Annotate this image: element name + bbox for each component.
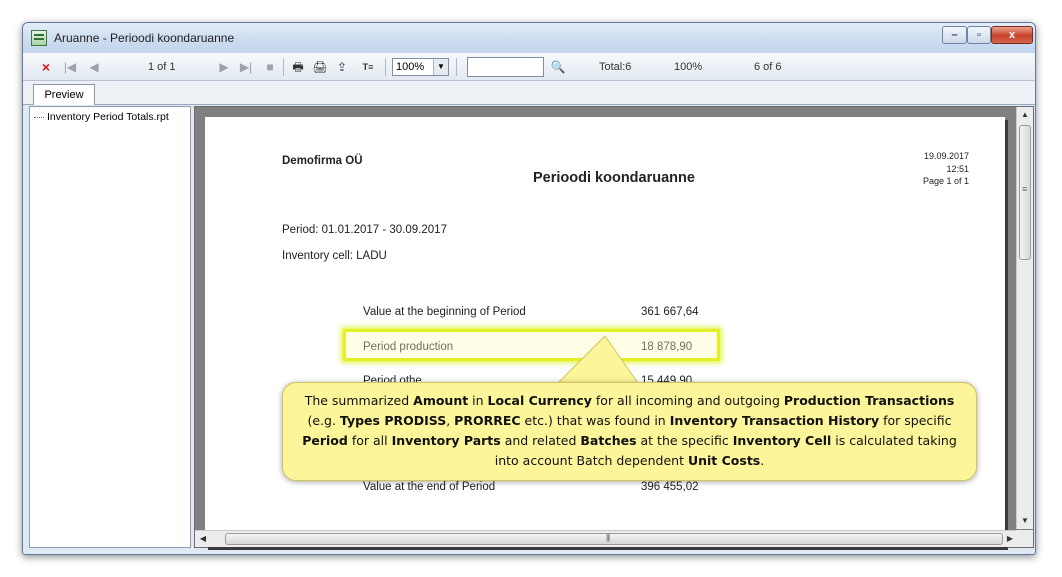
group-tree-icon[interactable]: T≡ — [359, 58, 377, 76]
title-bar[interactable]: Aruanne - Perioodi koondaruanne – ▫ x — [23, 23, 1035, 53]
callout-text: etc.) that was found in — [520, 413, 670, 428]
callout-term: Unit Costs — [687, 453, 761, 468]
callout-term: Inventory Parts — [391, 433, 501, 448]
app-icon — [31, 30, 47, 46]
percent-label: 100% — [674, 61, 703, 73]
report-page: Demofirma OÜ Perioodi koondaruanne 19.09… — [205, 117, 1005, 547]
callout-text: . — [760, 453, 765, 468]
callout-text: for all — [347, 433, 392, 448]
callout-text: and related — [500, 433, 581, 448]
period-production-highlight — [343, 329, 720, 361]
vertical-scroll-thumb[interactable] — [1019, 125, 1031, 260]
scroll-up-icon[interactable]: ▲ — [1017, 107, 1033, 123]
stop-square-icon[interactable]: ■ — [261, 58, 279, 76]
callout-text: (e.g. — [307, 413, 340, 428]
report-period: Period: 01.01.2017 - 30.09.2017 — [282, 224, 447, 236]
company-name: Demofirma OÜ — [282, 155, 363, 167]
previous-page-icon[interactable]: ◀ — [85, 58, 103, 76]
toolbar-separator — [385, 58, 386, 76]
first-page-icon[interactable]: |◀ — [61, 58, 79, 76]
toolbar: × |◀ ◀ 1 of 1 ▶ ▶| ■ 🖶 🖨 ⇪ T≡ 100% ▼ 🔍 T… — [23, 53, 1035, 81]
callout-term: PRORREC — [454, 413, 521, 428]
toolbar-separator — [283, 58, 284, 76]
print-icon[interactable]: 🖶 — [289, 58, 307, 76]
callout-term: Inventory Transaction History — [669, 413, 880, 428]
zoom-value: 100% — [396, 61, 425, 73]
maximize-icon: ▫ — [977, 29, 981, 41]
tabs-row: Preview — [23, 81, 1035, 105]
callout-term: Local Currency — [487, 393, 592, 408]
callout-text: at the specific — [636, 433, 733, 448]
zoom-select[interactable]: 100% ▼ — [392, 58, 449, 76]
callout-term: Production Transactions — [783, 393, 955, 408]
tree-item[interactable]: Inventory Period Totals.rpt — [34, 111, 169, 123]
export-icon[interactable]: ⇪ — [333, 58, 351, 76]
group-tree: Inventory Period Totals.rpt — [29, 106, 191, 548]
report-title: Perioodi koondaruanne — [533, 170, 695, 186]
row-label: Value at the beginning of Period — [363, 306, 526, 318]
minimize-button[interactable]: – — [942, 26, 967, 44]
window-title: Aruanne - Perioodi koondaruanne — [54, 31, 235, 45]
horizontal-scroll-thumb[interactable] — [225, 533, 1003, 545]
row-value: 396 455,02 — [641, 481, 699, 493]
row-label: Value at the end of Period — [363, 481, 496, 493]
report-time: 12:51 — [946, 164, 969, 174]
callout-text: for all incoming and outgoing — [591, 393, 784, 408]
scroll-left-icon[interactable]: ◀ — [195, 531, 211, 547]
callout-term: Amount — [413, 393, 469, 408]
minimize-icon: – — [951, 29, 958, 41]
callout-term: Period — [302, 433, 348, 448]
tree-connector — [34, 116, 44, 118]
callout-term: Types PRODISS — [339, 413, 447, 428]
scrollbar-corner — [1016, 530, 1033, 547]
callout-text: for specific — [879, 413, 952, 428]
toolbar-separator — [456, 58, 457, 76]
close-icon: x — [1008, 29, 1016, 41]
vertical-scrollbar[interactable]: ▲ ▼ — [1016, 107, 1033, 529]
callout-text: , — [446, 413, 455, 428]
stop-icon[interactable]: × — [37, 58, 55, 76]
callout-text: in — [468, 393, 488, 408]
callout-term: Batches — [580, 433, 637, 448]
callout-term: Inventory Cell — [732, 433, 832, 448]
report-inventory-cell: Inventory cell: LADU — [282, 250, 387, 262]
report-page-number: Page 1 of 1 — [922, 176, 969, 186]
tree-item-label: Inventory Period Totals.rpt — [47, 111, 169, 123]
report-preview-pane: Demofirma OÜ Perioodi koondaruanne 19.09… — [194, 106, 1034, 548]
search-input[interactable] — [467, 57, 544, 77]
chevron-down-icon[interactable]: ▼ — [433, 59, 448, 75]
horizontal-scrollbar[interactable]: ◀ ▶ — [195, 530, 1018, 547]
record-count-label: 6 of 6 — [754, 61, 782, 73]
explanation-callout: The summarized Amount in Local Currency … — [282, 382, 977, 481]
next-page-icon[interactable]: ▶ — [215, 58, 233, 76]
print-setup-icon[interactable]: 🖨 — [311, 58, 329, 76]
maximize-button[interactable]: ▫ — [967, 26, 991, 44]
callout-text: The summarized — [304, 393, 414, 408]
row-value: 361 667,64 — [641, 306, 699, 318]
page-indicator: 1 of 1 — [148, 61, 176, 73]
total-label: Total:6 — [599, 61, 632, 73]
last-page-icon[interactable]: ▶| — [237, 58, 255, 76]
tab-preview[interactable]: Preview — [33, 84, 95, 105]
report-date: 19.09.2017 — [923, 151, 969, 161]
close-button[interactable]: x — [991, 26, 1033, 44]
find-icon[interactable]: 🔍 — [549, 58, 567, 76]
scroll-down-icon[interactable]: ▼ — [1017, 513, 1033, 529]
